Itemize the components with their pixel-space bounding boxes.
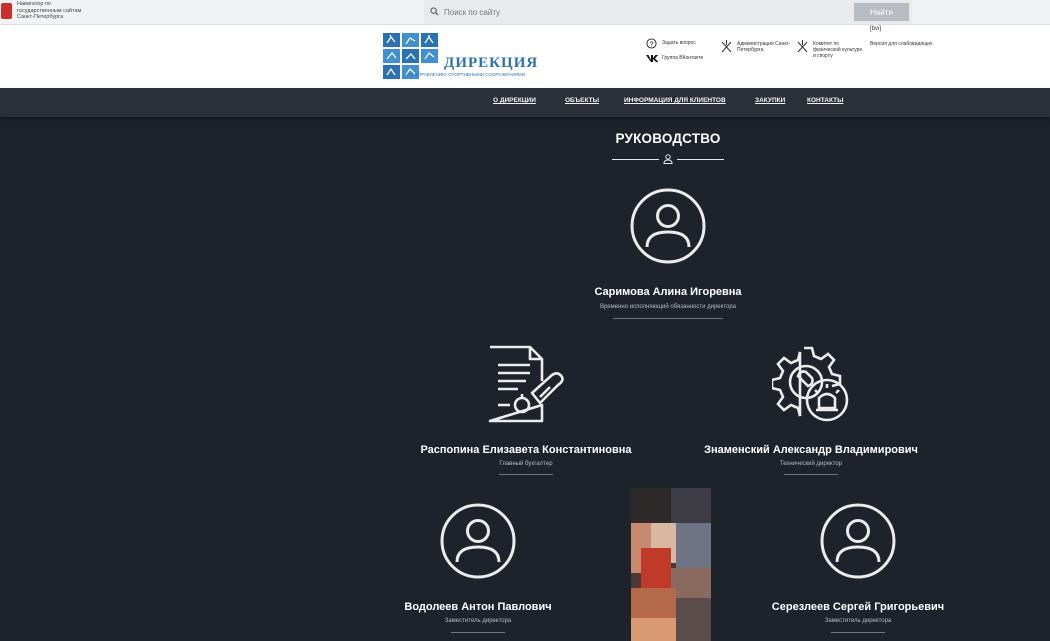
- person-name: Саримова Алина Игоревна: [594, 286, 742, 298]
- main-nav: О ДИРЕКЦИИ ОБЪЕКТЫ ИНФОРМАЦИЯ ДЛЯ КЛИЕНТ…: [0, 88, 1050, 117]
- svg-text:?: ?: [649, 39, 653, 48]
- user-circle-icon: [630, 188, 706, 264]
- person-name: Знаменский Александр Владимирович: [704, 444, 918, 456]
- search-input[interactable]: [440, 3, 848, 21]
- person-underline: [613, 318, 723, 319]
- site-header: ДИРЕКЦИЯ ПО УПРАВЛЕНИЮ СПОРТИВНЫМИ СООРУ…: [0, 25, 1050, 88]
- person-role: Технический директор: [779, 461, 843, 467]
- document-stamp-icon: [488, 345, 564, 423]
- gear-wrench-icon: [772, 346, 849, 422]
- search-button[interactable]: Найти: [854, 3, 909, 21]
- nav-item-contacts[interactable]: КОНТАКТЫ: [807, 97, 843, 104]
- nav-item-procurement[interactable]: ЗАКУПКИ: [755, 97, 785, 104]
- person-name: Водолеев Антон Павлович: [404, 601, 552, 613]
- person-underline: [784, 474, 838, 475]
- search-icon: [430, 7, 439, 16]
- bvi-link[interactable]: [bvi]: [870, 26, 881, 32]
- logo-subtitle: ПО УПРАВЛЕНИЮ СПОРТИВНЫМИ СООРУЖЕНИЯМИ: [407, 72, 525, 77]
- administration-link[interactable]: Администрация Санкт-Петербурга: [737, 41, 792, 53]
- question-icon[interactable]: ?: [646, 38, 657, 49]
- blurred-photo: [631, 488, 711, 641]
- ask-question-link[interactable]: Задать вопрос: [662, 40, 696, 46]
- nav-item-client-info[interactable]: ИНФОРМАЦИЯ ДЛЯ КЛИЕНТОВ: [624, 97, 726, 104]
- committee-emblem-icon[interactable]: [797, 40, 808, 53]
- person-underline: [831, 632, 885, 633]
- person-role: Временно исполняющий обязанности директо…: [599, 304, 737, 310]
- spb-administration-emblem-icon[interactable]: [721, 40, 732, 53]
- logo-title[interactable]: ДИРЕКЦИЯ: [444, 55, 538, 72]
- nav-item-about[interactable]: О ДИРЕКЦИИ: [493, 97, 536, 104]
- user-icon: [663, 154, 673, 164]
- user-circle-icon: [820, 503, 896, 579]
- person-role: Заместитель директора: [824, 618, 892, 624]
- committee-link[interactable]: Комитет по физической культуре и спорту: [813, 41, 865, 59]
- person-name: Серезлеев Сергей Григорьевич: [771, 601, 945, 613]
- person-underline: [451, 632, 505, 633]
- top-bar: Навигатор по государственным сайтам Санк…: [0, 0, 1050, 25]
- gov-navigator-link[interactable]: Навигатор по государственным сайтам Санк…: [17, 1, 97, 21]
- title-divider-left: [612, 159, 659, 160]
- person-role: Главный бухгалтер: [499, 461, 553, 467]
- person-name: Распопина Елизавета Константиновна: [420, 444, 632, 456]
- spb-emblem-icon[interactable]: [1, 3, 12, 19]
- vk-icon[interactable]: [646, 54, 659, 63]
- nav-item-objects[interactable]: ОБЪЕКТЫ: [565, 97, 599, 104]
- vk-group-link[interactable]: Группа ВКонтакте: [662, 55, 703, 61]
- person-role: Заместитель директора: [444, 618, 512, 624]
- title-divider-right: [677, 159, 724, 160]
- page-title: РУКОВОДСТВО: [615, 131, 721, 146]
- person-underline: [499, 474, 553, 475]
- low-vision-link[interactable]: Версия для слабовидящих: [870, 41, 933, 47]
- user-circle-icon: [440, 503, 516, 579]
